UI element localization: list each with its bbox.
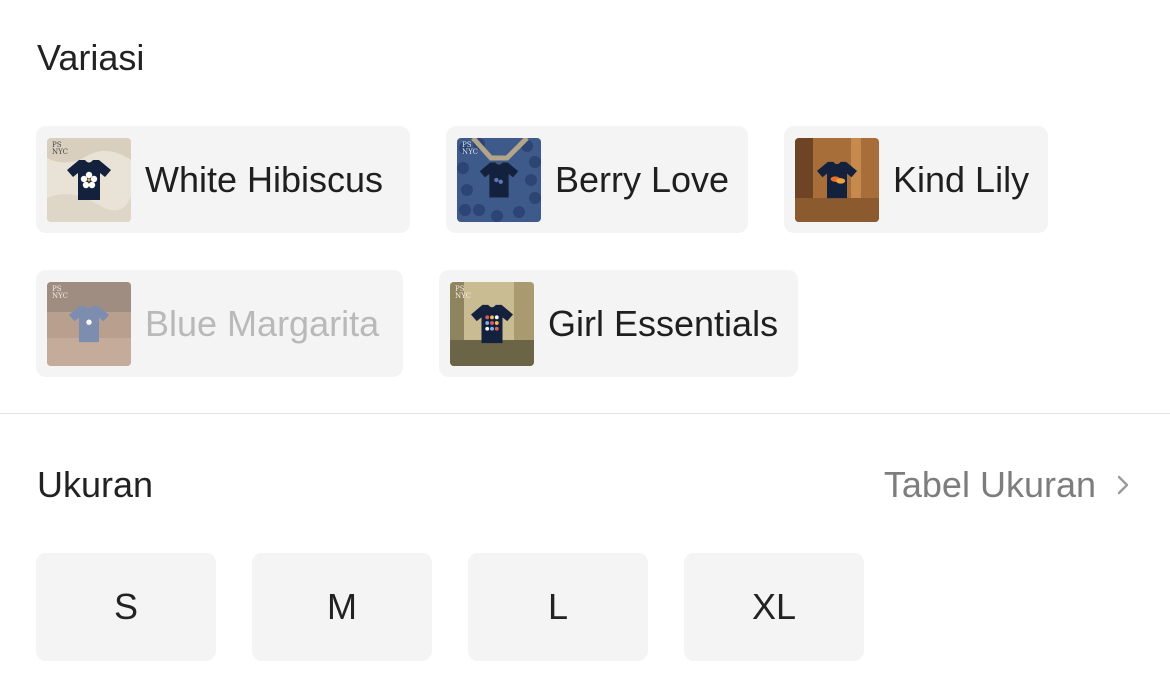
size-chart-link-label: Tabel Ukuran — [883, 464, 1096, 505]
variant-thumbnail: PS NYC — [47, 137, 131, 222]
size-option-s[interactable]: S — [36, 553, 216, 661]
variant-girl-essentials[interactable]: PS NYC Girl Essentials — [439, 270, 798, 377]
tshirt-icon — [817, 161, 857, 198]
chevron-right-icon — [1117, 475, 1129, 495]
size-chart-link[interactable]: Tabel Ukuran — [884, 465, 1130, 505]
brand-mark: PS NYC — [52, 284, 68, 300]
variant-thumbnail: PS NYC — [47, 281, 131, 366]
variasi-title: Variasi — [37, 37, 145, 78]
variant-label: Kind Lily — [893, 158, 1030, 200]
variant-thumbnail: PS NYC — [450, 281, 534, 366]
tshirt-icon — [479, 162, 519, 197]
variant-white-hibiscus[interactable]: PS NYC White Hibiscus — [36, 126, 410, 233]
variant-label: Berry Love — [555, 158, 730, 200]
tshirt-icon — [471, 304, 513, 343]
section-divider — [0, 413, 1170, 414]
variant-thumbnail — [795, 137, 879, 222]
size-option-l[interactable]: L — [468, 553, 648, 661]
brand-mark: PS NYC — [52, 140, 68, 156]
size-option-xl[interactable]: XL — [684, 553, 864, 661]
variant-label: White Hibiscus — [145, 158, 384, 200]
variant-berry-love[interactable]: PS NYC Berry Love — [446, 126, 748, 233]
variant-label: Girl Essentials — [548, 302, 779, 344]
variant-thumbnail: PS NYC — [457, 137, 541, 222]
tshirt-icon — [67, 159, 111, 200]
variant-kind-lily[interactable]: Kind Lily — [784, 126, 1048, 233]
tshirt-icon — [69, 305, 109, 342]
ukuran-title: Ukuran — [37, 464, 154, 505]
size-option-m[interactable]: M — [252, 553, 432, 661]
brand-mark: PS NYC — [455, 284, 471, 300]
variant-blue-margarita[interactable]: PS NYC Blue Margarita — [36, 270, 403, 377]
variant-label: Blue Margarita — [145, 302, 380, 344]
brand-mark: PS NYC — [462, 140, 478, 156]
